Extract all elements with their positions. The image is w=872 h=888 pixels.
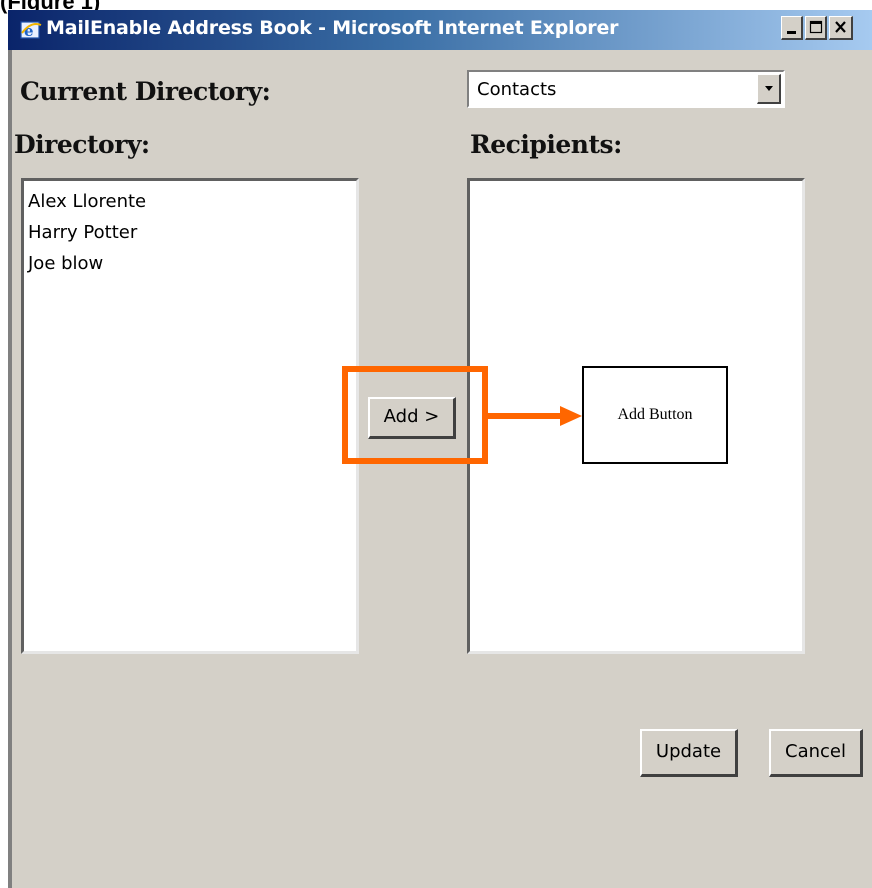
directory-list[interactable]: Alex Llorente Harry Potter Joe blow <box>21 178 359 654</box>
minimize-icon <box>787 31 796 34</box>
directory-label: Directory: <box>14 130 150 159</box>
directory-select-value: Contacts <box>477 79 557 100</box>
ie-icon: e <box>20 21 42 40</box>
maximize-icon <box>809 20 823 34</box>
arrow-icon <box>486 406 582 426</box>
maximize-button[interactable] <box>805 16 827 40</box>
cancel-button[interactable]: Cancel <box>769 729 863 777</box>
update-button[interactable]: Update <box>640 729 738 777</box>
title-bar[interactable]: e MailEnable Address Book - Microsoft In… <box>8 10 872 50</box>
list-item[interactable]: Alex Llorente <box>24 186 356 217</box>
directory-select-dropdown-button[interactable] <box>757 74 781 104</box>
chevron-down-icon <box>765 86 773 91</box>
current-directory-label: Current Directory: <box>20 77 271 106</box>
callout-box: Add Button <box>582 366 728 464</box>
close-button[interactable] <box>829 16 853 40</box>
add-button-highlight <box>342 366 488 464</box>
list-item[interactable]: Harry Potter <box>24 217 356 248</box>
list-item[interactable]: Joe blow <box>24 248 356 279</box>
recipients-label: Recipients: <box>470 130 622 159</box>
window-title: MailEnable Address Book - Microsoft Inte… <box>46 17 619 39</box>
minimize-button[interactable] <box>781 16 803 40</box>
directory-select[interactable]: Contacts <box>467 70 785 108</box>
close-icon <box>835 21 846 33</box>
